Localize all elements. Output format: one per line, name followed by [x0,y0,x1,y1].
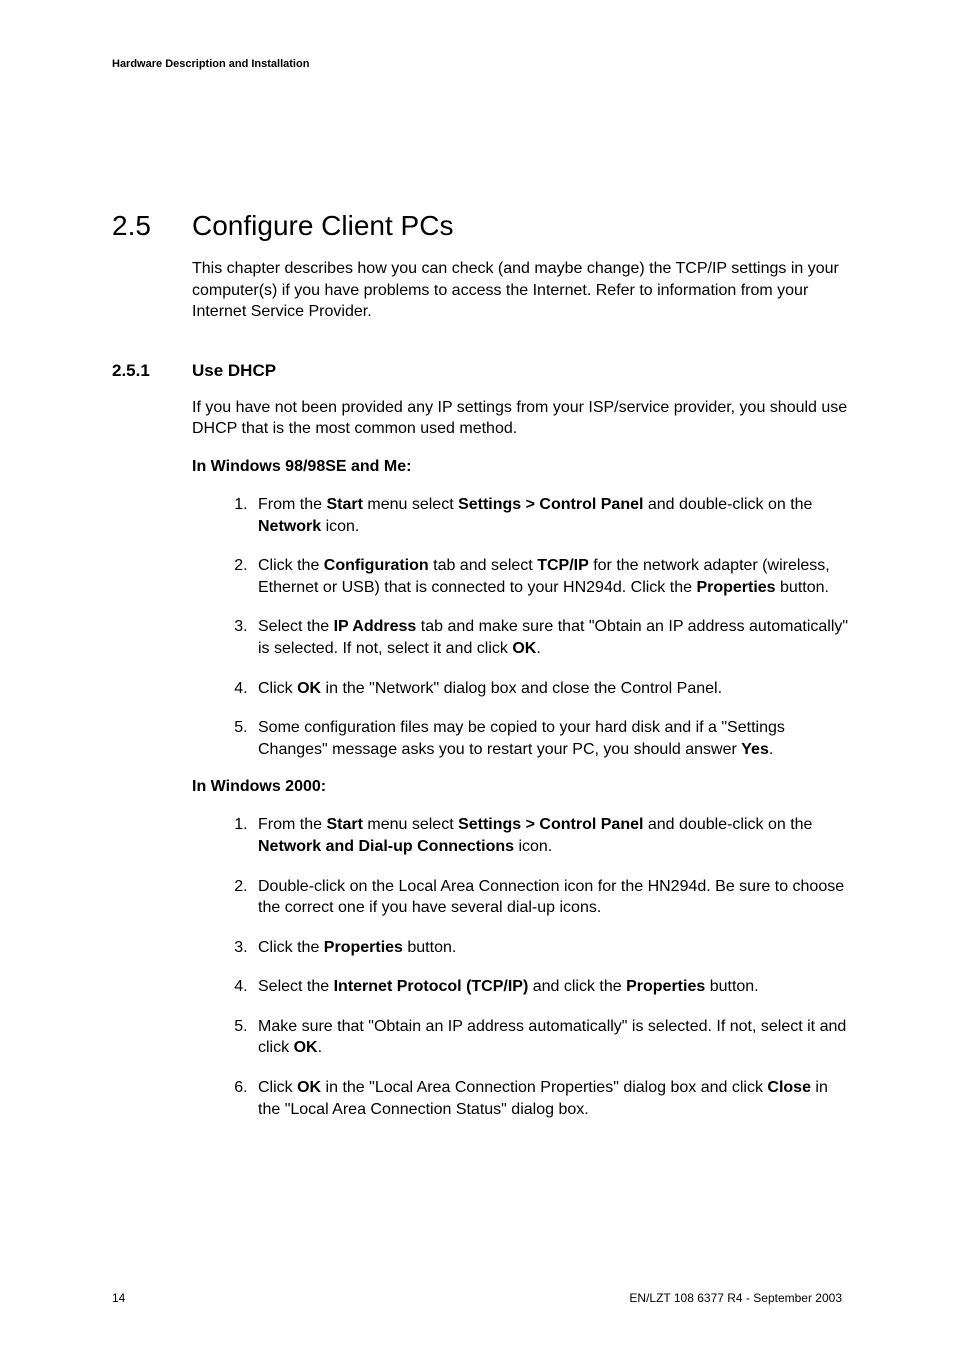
list-item: Make sure that "Obtain an IP address aut… [252,1016,852,1059]
list-item: Click OK in the "Local Area Connection P… [252,1077,852,1120]
win98-heading: In Windows 98/98SE and Me: [192,458,852,476]
win2000-heading: In Windows 2000: [192,778,852,796]
page-content: 2.5 Configure Client PCs This chapter de… [112,210,852,1138]
win98-steps: From the Start menu select Settings > Co… [230,494,852,760]
section-number: 2.5 [112,210,192,242]
list-item: From the Start menu select Settings > Co… [252,494,852,537]
footer-right: EN/LZT 108 6377 R4 - September 2003 [629,1291,842,1305]
page-number: 14 [112,1291,125,1305]
subsection-intro: If you have not been provided any IP set… [192,397,852,440]
section-intro: This chapter describes how you can check… [192,258,852,323]
list-item: Select the Internet Protocol (TCP/IP) an… [252,976,852,998]
list-item: From the Start menu select Settings > Co… [252,814,852,857]
list-item: Click the Configuration tab and select T… [252,555,852,598]
list-item: Select the IP Address tab and make sure … [252,616,852,659]
list-item: Double-click on the Local Area Connectio… [252,876,852,919]
subsection-title: Use DHCP [192,361,276,381]
subsection-heading: 2.5.1 Use DHCP [112,361,852,381]
list-item: Click the Properties button. [252,937,852,959]
running-header: Hardware Description and Installation [112,58,309,70]
list-item: Some configuration files may be copied t… [252,717,852,760]
section-title: Configure Client PCs [192,210,453,242]
win2000-steps: From the Start menu select Settings > Co… [230,814,852,1120]
list-item: Click OK in the "Network" dialog box and… [252,678,852,700]
section-heading: 2.5 Configure Client PCs [112,210,852,242]
subsection-number: 2.5.1 [112,361,192,381]
